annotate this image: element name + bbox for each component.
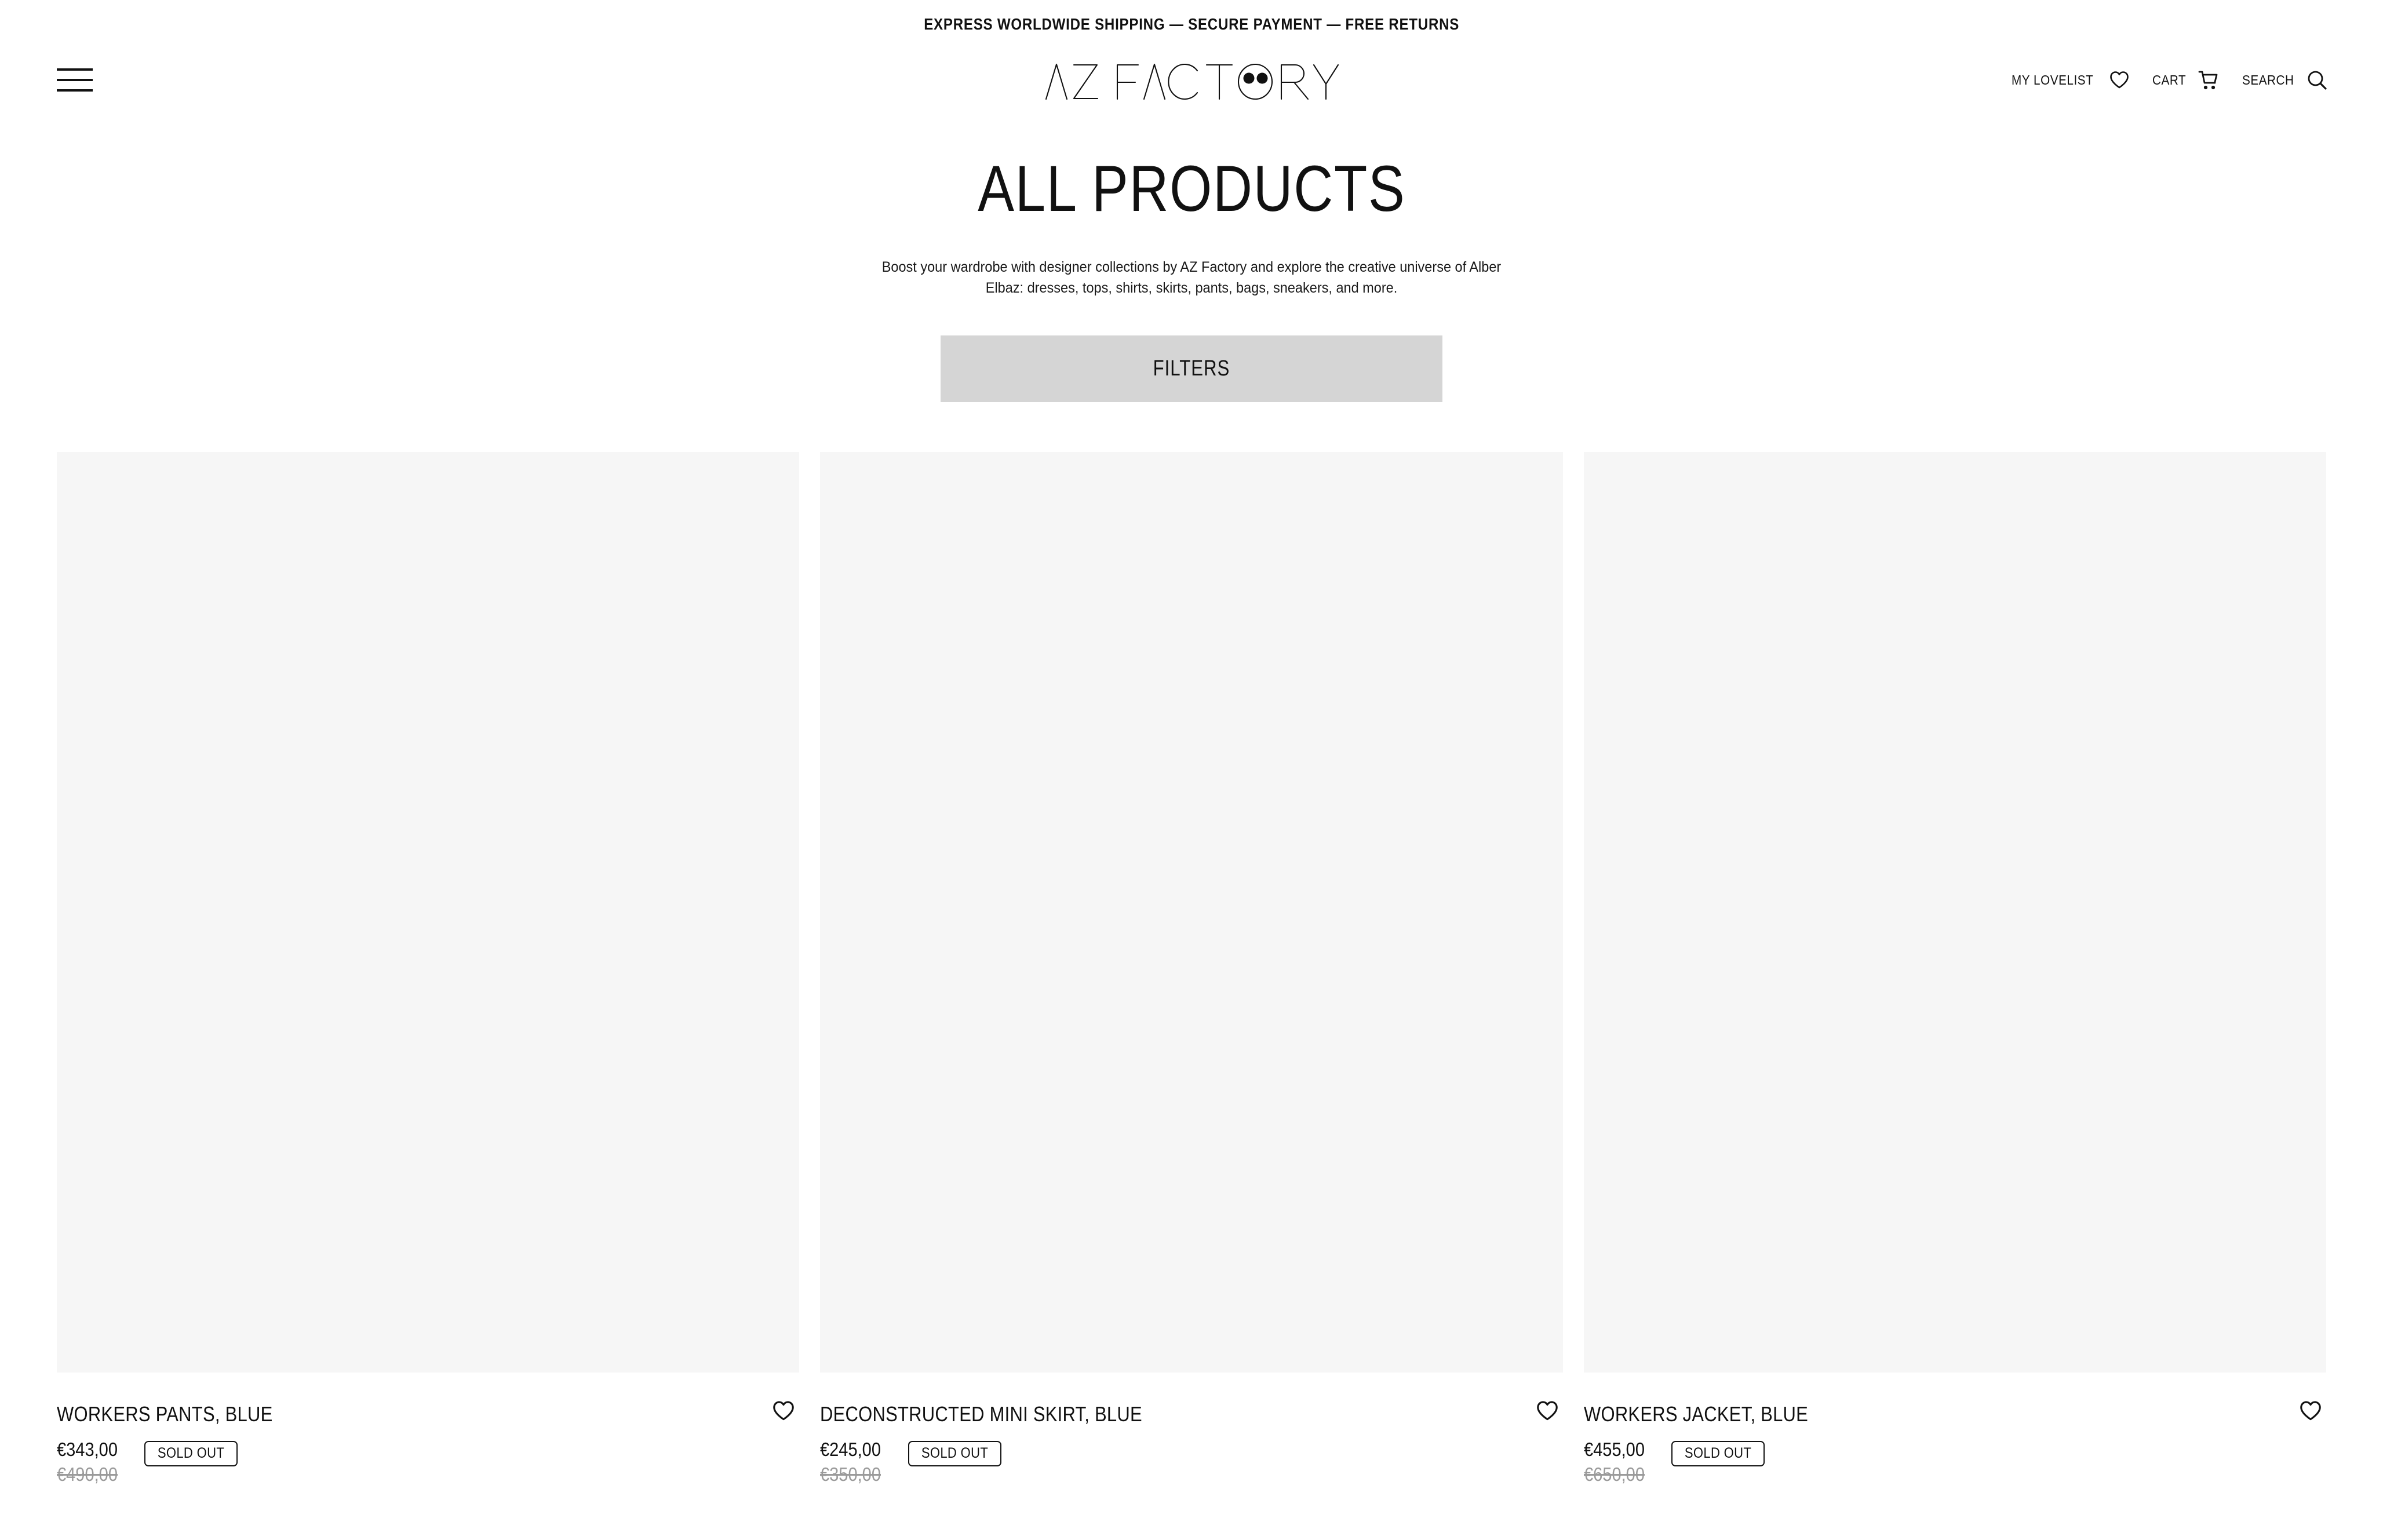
- product-grid: WORKERS PANTS, BLUE €343,00 €490,00 SOLD…: [0, 452, 2383, 1486]
- status-badge-label: SOLD OUT: [921, 1444, 988, 1461]
- product-info: DECONSTRUCTED MINI SKIRT, BLUE €245,00 €…: [820, 1373, 1562, 1486]
- product-price: €343,00: [57, 1438, 118, 1460]
- announcement-bar: EXPRESS WORLDWIDE SHIPPING — SECURE PAYM…: [0, 0, 2383, 49]
- filters-section: FILTERS: [0, 335, 2383, 402]
- product-compare-at-price: €650,00: [1583, 1463, 1645, 1485]
- product-title[interactable]: WORKERS JACKET, BLUE: [1584, 1400, 1963, 1428]
- shopping-cart-icon: [2197, 70, 2219, 90]
- page-description: Boost your wardrobe with designer collec…: [881, 259, 1502, 296]
- product-price-row: €343,00 €490,00 SOLD OUT: [57, 1439, 799, 1486]
- my-lovelist-label: MY LOVELIST: [2011, 72, 2094, 87]
- product-image[interactable]: [820, 452, 1563, 1373]
- page-heading-section: ALL PRODUCTS Boost your wardrobe with de…: [0, 156, 2383, 298]
- product-title[interactable]: WORKERS PANTS, BLUE: [57, 1400, 436, 1428]
- header-actions: MY LOVELIST CART SEARCH: [2012, 70, 2327, 90]
- product-price: €245,00: [820, 1438, 881, 1460]
- price-column: €245,00 €350,00: [820, 1439, 889, 1486]
- add-to-lovelist-button[interactable]: [2300, 1400, 2322, 1424]
- status-badge: SOLD OUT: [1671, 1440, 1765, 1466]
- product-price-row: €245,00 €350,00 SOLD OUT: [820, 1439, 1562, 1486]
- my-lovelist-button[interactable]: MY LOVELIST: [2012, 71, 2129, 89]
- product-card: WORKERS PANTS, BLUE €343,00 €490,00 SOLD…: [57, 452, 800, 1486]
- product-compare-at-price: €350,00: [820, 1463, 881, 1485]
- page-title: ALL PRODUCTS: [977, 152, 1406, 225]
- hamburger-line: [57, 79, 93, 81]
- product-price: €455,00: [1583, 1438, 1645, 1460]
- cart-label: CART: [2152, 72, 2187, 87]
- hamburger-line: [57, 68, 93, 71]
- hamburger-line: [57, 89, 93, 92]
- product-image[interactable]: [1583, 452, 2326, 1373]
- search-label: SEARCH: [2242, 72, 2294, 87]
- heart-icon: [2300, 1401, 2321, 1421]
- status-badge-label: SOLD OUT: [158, 1444, 225, 1461]
- site-header: MY LOVELIST CART SEARCH: [0, 49, 2383, 111]
- cart-button[interactable]: CART: [2152, 70, 2219, 90]
- az-factory-logo[interactable]: [1044, 59, 1339, 101]
- filters-button[interactable]: FILTERS: [941, 335, 1442, 402]
- status-badge: SOLD OUT: [144, 1440, 238, 1466]
- hamburger-menu-icon[interactable]: [57, 68, 93, 92]
- price-column: €343,00 €490,00: [57, 1439, 126, 1486]
- heart-icon: [2109, 71, 2129, 89]
- price-column: €455,00 €650,00: [1584, 1439, 1653, 1486]
- product-card: DECONSTRUCTED MINI SKIRT, BLUE €245,00 €…: [820, 452, 1563, 1486]
- product-info: WORKERS PANTS, BLUE €343,00 €490,00 SOLD…: [57, 1373, 799, 1486]
- announcement-text: EXPRESS WORLDWIDE SHIPPING — SECURE PAYM…: [924, 15, 1459, 33]
- heart-icon: [773, 1401, 795, 1421]
- product-image[interactable]: [57, 452, 800, 1373]
- product-card: WORKERS JACKET, BLUE €455,00 €650,00 SOL…: [1583, 452, 2326, 1486]
- magnifier-icon: [2307, 70, 2327, 90]
- add-to-lovelist-button[interactable]: [773, 1400, 795, 1424]
- product-compare-at-price: €490,00: [57, 1463, 118, 1485]
- product-price-row: €455,00 €650,00 SOLD OUT: [1584, 1439, 2326, 1486]
- product-info: WORKERS JACKET, BLUE €455,00 €650,00 SOL…: [1584, 1373, 2326, 1486]
- product-title[interactable]: DECONSTRUCTED MINI SKIRT, BLUE: [820, 1400, 1199, 1428]
- logo-wordmark: [1045, 63, 1339, 100]
- filters-button-label: FILTERS: [1153, 356, 1230, 381]
- heart-icon: [1536, 1401, 1558, 1421]
- add-to-lovelist-button[interactable]: [1536, 1400, 1558, 1424]
- status-badge: SOLD OUT: [908, 1440, 1001, 1466]
- status-badge-label: SOLD OUT: [1684, 1444, 1752, 1461]
- search-button[interactable]: SEARCH: [2242, 70, 2327, 90]
